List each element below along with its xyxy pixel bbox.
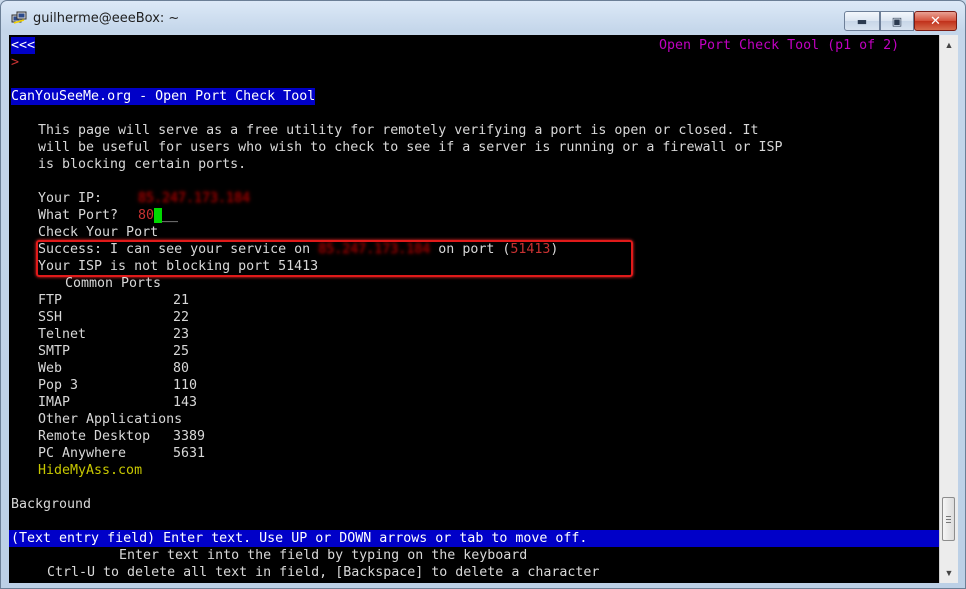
hidemyass-link[interactable]: HideMyAss.com: [38, 462, 142, 479]
check-port-button[interactable]: Check Your Port: [38, 224, 158, 241]
port-number: 25: [173, 344, 190, 359]
port-name: SMTP: [38, 344, 71, 359]
page-header: Open Port Check Tool (p1 of 2): [659, 38, 900, 53]
port-link-web[interactable]: Web: [38, 360, 62, 377]
port-number: 22: [173, 310, 190, 325]
status-bar: (Text entry field) Enter text. Use UP or…: [9, 530, 939, 547]
background-label: Background: [11, 497, 92, 512]
vertical-scrollbar[interactable]: ▲ ▼: [939, 35, 958, 583]
port-link-ssh[interactable]: SSH: [38, 309, 62, 326]
grip-line: [946, 519, 951, 520]
common-ports-heading: Common Ports: [65, 276, 162, 291]
minimize-button[interactable]: ▬: [844, 11, 880, 31]
port-name: Telnet: [38, 327, 87, 342]
chevron-up-icon[interactable]: ▲: [941, 37, 957, 53]
port-name: Pop 3: [38, 378, 79, 393]
intro-line: will be useful for users who wish to che…: [38, 140, 783, 155]
back-link[interactable]: <<<: [11, 37, 36, 54]
maximize-icon: ▣: [891, 14, 903, 28]
maximize-button[interactable]: ▣: [880, 11, 914, 31]
app-port: 5631: [173, 446, 206, 461]
chevron-down-icon[interactable]: ▼: [941, 565, 957, 581]
port-name: IMAP: [38, 395, 71, 410]
port-number: 80: [173, 361, 190, 376]
port-link-ftp[interactable]: FTP: [38, 292, 62, 309]
port-number: 143: [173, 395, 198, 410]
port-label: What Port?: [38, 208, 119, 223]
site-heading[interactable]: CanYouSeeMe.org - Open Port Check Tool: [11, 88, 316, 105]
putty-icon: [11, 11, 27, 24]
result-highlight-box: [36, 240, 633, 277]
grip-line: [946, 522, 951, 523]
grip-line: [946, 516, 951, 517]
intro-line: is blocking certain ports.: [38, 157, 247, 172]
close-icon: ✕: [930, 13, 941, 29]
port-value: 80: [138, 208, 155, 223]
port-input[interactable]: 80___: [138, 207, 178, 224]
other-apps-heading: Other Applications: [38, 412, 183, 427]
intro-line: This page will serve as a free utility f…: [38, 123, 759, 138]
port-link-telnet[interactable]: Telnet: [38, 326, 86, 343]
port-number: 21: [173, 293, 190, 308]
port-field-rest: __: [162, 208, 179, 223]
title-bar[interactable]: guilherme@eeeBox: ~ ▬ ▣ ✕: [1, 1, 965, 34]
minimize-icon: ▬: [856, 14, 868, 28]
app-name: PC Anywhere: [38, 446, 127, 461]
terminal-screen[interactable]: <<< Open Port Check Tool (p1 of 2) > Can…: [9, 35, 939, 583]
port-name: SSH: [38, 310, 63, 325]
port-name: FTP: [38, 293, 63, 308]
prompt-marker: >: [11, 55, 20, 70]
ip-value: 85.247.173.184: [138, 191, 251, 206]
port-number: 23: [173, 327, 190, 342]
app-link-pc-anywhere[interactable]: PC Anywhere: [38, 445, 126, 462]
port-link-imap[interactable]: IMAP: [38, 394, 70, 411]
port-link-smtp[interactable]: SMTP: [38, 343, 70, 360]
terminal-window: guilherme@eeeBox: ~ ▬ ▣ ✕ <<< Open Port …: [0, 0, 966, 589]
port-number: 110: [173, 378, 198, 393]
close-button[interactable]: ✕: [914, 11, 957, 31]
ip-label: Your IP:: [38, 191, 103, 206]
port-name: Web: [38, 361, 63, 376]
app-name: Remote Desktop: [38, 429, 151, 444]
help-line: Enter text into the field by typing on t…: [119, 548, 528, 563]
text-cursor: _: [154, 208, 163, 223]
scrollbar-thumb[interactable]: [942, 497, 955, 541]
help-line: Ctrl-U to delete all text in field, [Bac…: [47, 565, 600, 580]
app-port: 3389: [173, 429, 206, 444]
port-link-pop3[interactable]: Pop 3: [38, 377, 78, 394]
app-link-remote-desktop[interactable]: Remote Desktop: [38, 428, 150, 445]
window-title: guilherme@eeeBox: ~: [33, 11, 180, 26]
